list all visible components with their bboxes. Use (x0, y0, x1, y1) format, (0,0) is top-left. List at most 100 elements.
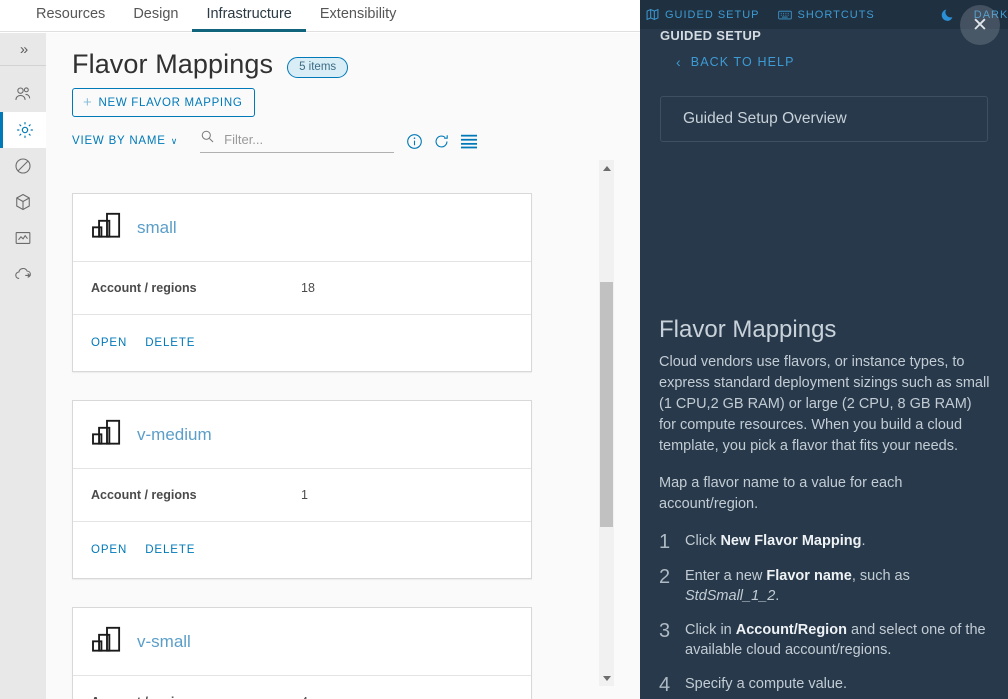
card-title[interactable]: small (137, 218, 177, 238)
sidebar-item-activity[interactable] (0, 220, 46, 256)
sidebar-item-users[interactable] (0, 76, 46, 112)
help-heading: Flavor Mappings (659, 316, 837, 343)
flavor-mapping-card-list: small Account / regions 18 OPEN DELETE v… (46, 193, 640, 699)
sidebar-item-configuration[interactable] (0, 112, 46, 148)
tab-extensibility[interactable]: Extensibility (306, 6, 411, 33)
chart-box-icon (13, 228, 33, 248)
help-step: 4 Specify a compute value.For Microsoft A… (659, 674, 991, 699)
main-content-area: Flavor Mappings 5 items + NEW FLAVOR MAP… (46, 33, 640, 699)
primary-nav-tabs: Resources Design Infrastructure Extensib… (0, 0, 640, 32)
help-steps-list: 1 Click New Flavor Mapping. 2 Enter a new F… (659, 531, 991, 699)
card-title[interactable]: v-small (137, 632, 191, 652)
open-button[interactable]: OPEN (91, 544, 127, 556)
flavor-mapping-card[interactable]: small Account / regions 18 OPEN DELETE (72, 193, 532, 372)
filter-field-wrapper[interactable] (200, 129, 395, 153)
text-run: Flavor name (766, 568, 852, 584)
view-by-label: VIEW BY NAME (72, 135, 166, 147)
help-step-number: 2 (659, 566, 671, 588)
help-step: 1 Click New Flavor Mapping. (659, 531, 991, 552)
help-paragraph-2: Map a flavor name to a value for each ac… (659, 475, 903, 512)
list-view-icon[interactable] (460, 133, 478, 149)
items-count-badge: 5 items (287, 57, 349, 78)
rail-spacer (0, 66, 46, 76)
tab-resources[interactable]: Resources (22, 6, 119, 33)
new-flavor-mapping-button[interactable]: + NEW FLAVOR MAPPING (72, 88, 256, 117)
panel-header: GUIDED SETUP (640, 18, 1008, 52)
chevron-left-icon: ‹ (676, 54, 682, 70)
users-icon (13, 84, 33, 104)
card-detail-row: Account / regions 4 (73, 676, 531, 699)
left-icon-rail: » (0, 33, 46, 699)
page-title: Flavor Mappings (72, 49, 274, 79)
account-regions-label: Account / regions (91, 281, 197, 295)
scroll-down-arrow-icon[interactable] (599, 670, 614, 686)
text-run: Enter a new (685, 568, 767, 584)
help-step-number: 3 (659, 620, 671, 642)
help-content: Flavor Mappings Cloud vendors use flavor… (659, 316, 991, 699)
card-action-bar: OPEN DELETE (73, 315, 531, 371)
list-vertical-scrollbar[interactable] (599, 160, 614, 686)
help-step-number: 1 (659, 531, 671, 553)
flavor-mapping-card[interactable]: v-medium Account / regions 1 OPEN DELETE (72, 400, 532, 579)
help-content-wrapper: Flavor Mappings Cloud vendors use flavor… (640, 158, 1008, 699)
double-chevron-right-icon: » (19, 40, 28, 58)
flavor-sizes-icon (91, 211, 123, 244)
sidebar-item-resources[interactable] (0, 184, 46, 220)
help-paragraph-1: Cloud vendors use flavors, or instance t… (659, 354, 990, 454)
help-step-text: Specify a compute value.For Microsoft Az… (685, 674, 991, 699)
flavor-sizes-icon (91, 418, 123, 451)
account-regions-label: Account / regions (91, 488, 197, 502)
info-icon[interactable] (406, 133, 423, 150)
delete-button[interactable]: DELETE (145, 544, 195, 556)
tab-design[interactable]: Design (119, 6, 192, 33)
close-panel-button[interactable]: ✕ (960, 5, 1000, 45)
list-toolbar: VIEW BY NAME ∨ (72, 129, 640, 153)
scroll-up-arrow-icon[interactable] (599, 160, 614, 176)
guided-setup-overview-label: Guided Setup Overview (683, 110, 847, 127)
help-step-text: Enter a new Flavor name, such as StdSmal… (685, 566, 991, 606)
filter-input[interactable] (222, 130, 395, 148)
text-run: . (775, 588, 780, 604)
refresh-icon[interactable] (433, 133, 450, 150)
text-run: StdSmall_1_2 (685, 588, 776, 604)
flavor-mapping-card[interactable]: v-small Account / regions 4 OPEN DELETE (72, 607, 532, 699)
close-icon: ✕ (972, 14, 988, 36)
card-title[interactable]: v-medium (137, 425, 212, 445)
card-header: small (73, 194, 531, 262)
card-detail-row: Account / regions 1 (73, 469, 531, 522)
help-step: 2 Enter a new Flavor name, such as StdSma… (659, 566, 991, 606)
back-to-help-label: BACK TO HELP (690, 55, 795, 69)
guided-setup-overview-button[interactable]: Guided Setup Overview (660, 96, 988, 142)
text-run: , such as (851, 568, 910, 584)
text-run: . (861, 533, 866, 549)
sidebar-item-onboarding[interactable] (0, 256, 46, 292)
help-step-text: Click New Flavor Mapping. (685, 531, 991, 552)
view-by-dropdown[interactable]: VIEW BY NAME ∨ (72, 135, 178, 147)
gear-icon (15, 120, 35, 140)
open-button[interactable]: OPEN (91, 337, 127, 349)
scrollbar-thumb[interactable] (600, 282, 613, 527)
account-regions-value: 1 (301, 488, 308, 502)
back-to-help-link[interactable]: ‹ BACK TO HELP (676, 55, 795, 69)
account-regions-label: Account / regions (91, 695, 301, 699)
cloud-arrow-icon (13, 264, 34, 284)
tab-infrastructure[interactable]: Infrastructure (192, 6, 306, 32)
text-run: Click (685, 533, 721, 549)
account-regions-value: 18 (301, 281, 315, 295)
card-action-bar: OPEN DELETE (73, 522, 531, 578)
cube-icon (13, 192, 33, 212)
card-detail-row: Account / regions 18 (73, 262, 531, 315)
account-regions-value: 4 (301, 695, 308, 699)
sidebar-item-policies[interactable] (0, 148, 46, 184)
card-header: v-medium (73, 401, 531, 469)
delete-button[interactable]: DELETE (145, 337, 195, 349)
help-step-text: Click in Account/Region and select one o… (685, 620, 991, 660)
page-header: Flavor Mappings 5 items (46, 33, 640, 80)
chevron-down-icon: ∨ (170, 135, 179, 146)
text-run: Click in (685, 622, 736, 638)
toolbar-icon-group (406, 133, 478, 150)
flavor-sizes-icon (91, 625, 123, 658)
text-run: Account/Region (735, 622, 847, 638)
expand-sidebar-button[interactable]: » (0, 33, 46, 66)
help-step: 3 Click in Account/Region and select one … (659, 620, 991, 660)
